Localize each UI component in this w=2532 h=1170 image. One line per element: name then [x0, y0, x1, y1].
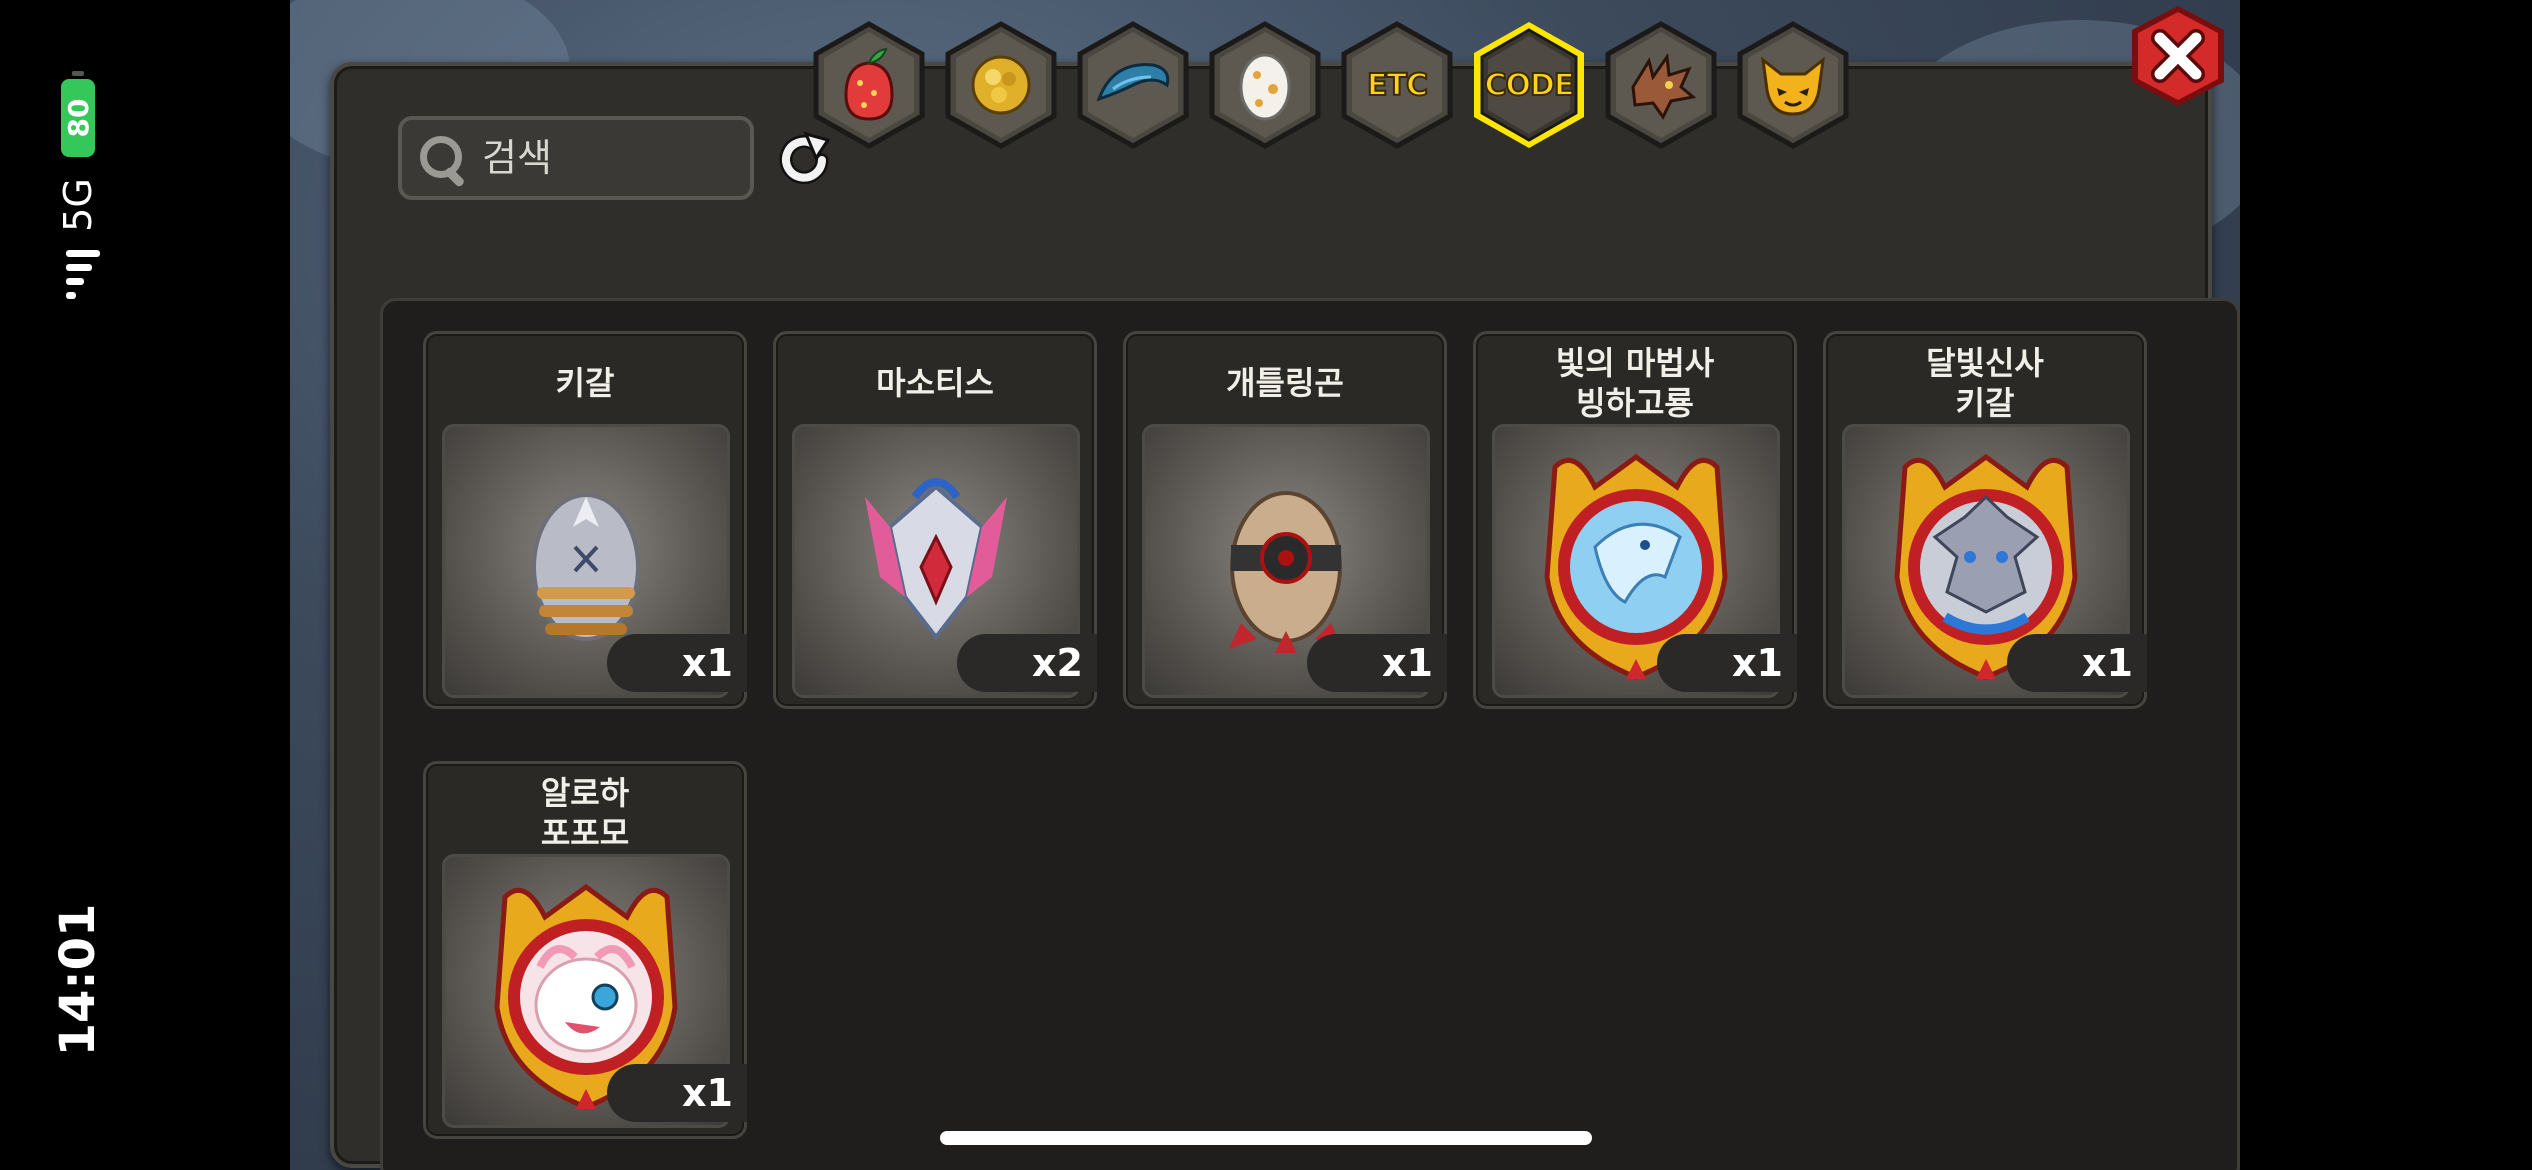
status-time: 14:01: [50, 903, 106, 1057]
home-indicator[interactable]: [940, 1131, 1592, 1145]
inventory-grid: 키갈 x1 마소티스 x2 개틀링곤 x1 빛의 마법사 빙하고룡 x1 달빛신…: [380, 298, 2240, 1170]
status-network: 5G: [56, 178, 100, 232]
tab-dragon[interactable]: [1602, 20, 1720, 150]
item-quantity: x1: [607, 634, 747, 692]
game-screen: 키갈 x1 마소티스: [290, 0, 2240, 1170]
tab-code-label: CODE: [1484, 67, 1576, 104]
item-quantity: x1: [607, 1064, 747, 1122]
item-name: 알로하 포포모: [540, 774, 630, 852]
tab-pet[interactable]: [1734, 20, 1852, 150]
item-quantity: x2: [957, 634, 1097, 692]
gold-icon: [971, 55, 1031, 115]
item-card[interactable]: 마소티스 x2: [773, 331, 1097, 709]
dragon-icon: [1631, 52, 1697, 120]
item-quantity: x1: [1307, 634, 1447, 692]
item-card[interactable]: 알로하 포포모 x1: [423, 761, 747, 1139]
item-name: 키갈: [555, 364, 615, 402]
item-name: 마소티스: [876, 364, 994, 402]
signal-icon: [66, 250, 100, 314]
item-card[interactable]: 키갈 x1: [423, 331, 747, 709]
inventory-panel: 키갈 x1 마소티스: [330, 62, 2240, 1170]
battery-level: 80: [61, 79, 95, 157]
tab-fruit[interactable]: [810, 20, 928, 150]
tab-code[interactable]: CODE: [1470, 20, 1588, 150]
tab-gold[interactable]: [942, 20, 1060, 150]
battery-icon: 80: [61, 79, 95, 157]
item-quantity: x1: [2007, 634, 2147, 692]
tab-egg[interactable]: [1206, 20, 1324, 150]
item-card[interactable]: 빛의 마법사 빙하고룡 x1: [1473, 331, 1797, 709]
close-icon: [2132, 6, 2224, 106]
search-box[interactable]: [398, 116, 754, 200]
fruit-icon: [844, 47, 894, 121]
item-name: 개틀링곤: [1226, 364, 1344, 402]
pet-icon: [1761, 56, 1825, 116]
status-bar: 14:01 5G 80: [0, 0, 160, 1170]
item-name: 달빛신사 키갈: [1926, 344, 2044, 422]
scale-icon: [1096, 63, 1170, 102]
item-name: 빛의 마법사 빙하고룡: [1555, 344, 1715, 422]
close-button[interactable]: [2126, 4, 2230, 108]
item-quantity: x1: [1657, 634, 1797, 692]
search-icon: [416, 132, 468, 188]
egg-icon: [1239, 53, 1291, 121]
tab-scale[interactable]: [1074, 20, 1192, 150]
search-input[interactable]: [480, 135, 724, 181]
item-card[interactable]: 개틀링곤 x1: [1123, 331, 1447, 709]
tab-etc[interactable]: ETC: [1338, 20, 1456, 150]
tab-etc-label: ETC: [1366, 67, 1429, 104]
item-card[interactable]: 달빛신사 키갈 x1: [1823, 331, 2147, 709]
